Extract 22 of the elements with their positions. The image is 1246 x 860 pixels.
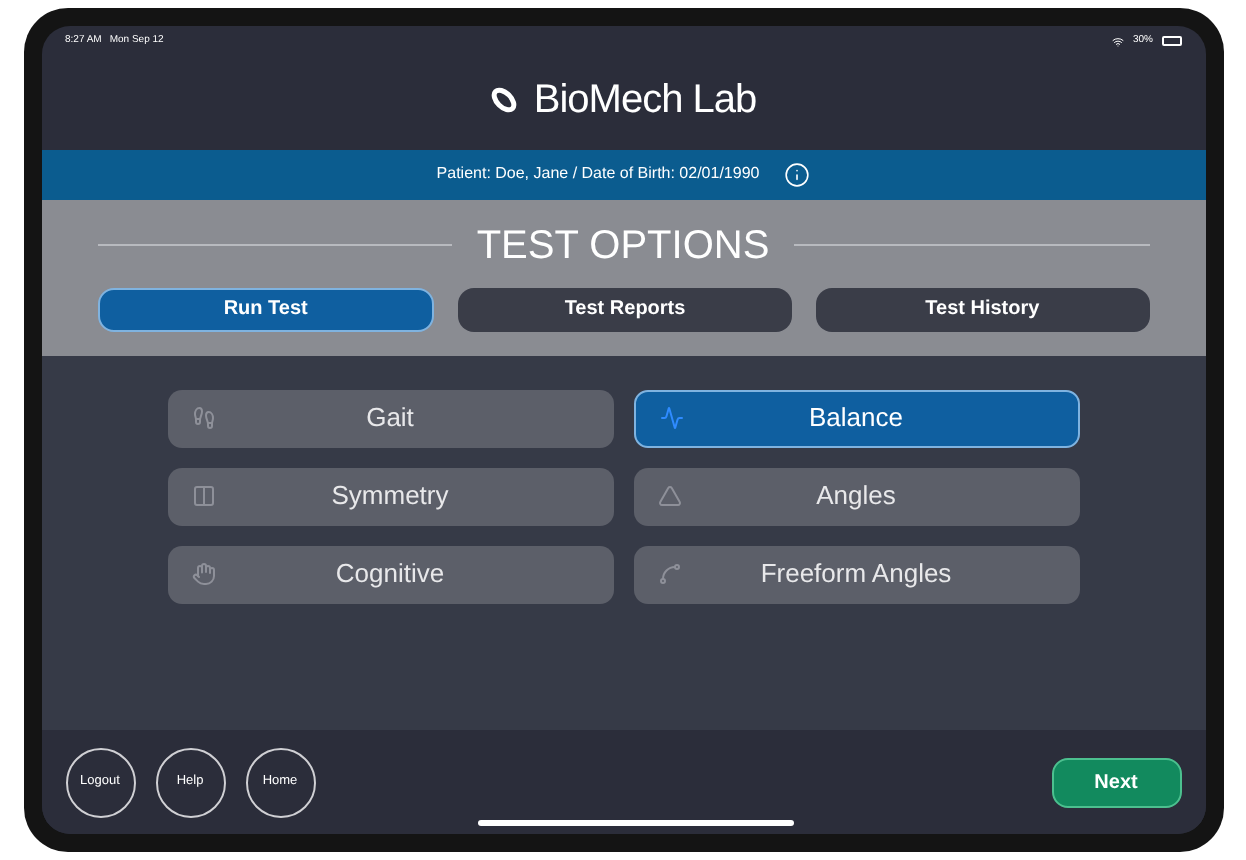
section-title: TEST OPTIONS [476,221,770,271]
logo-icon [489,85,518,113]
tab[interactable]: Test History [815,287,1150,331]
tab[interactable]: Run Test [97,287,435,331]
tab[interactable]: Test Reports [458,287,792,331]
curve-icon [657,562,681,586]
triangle-icon [657,484,681,508]
app-title: BioMech Lab [533,75,757,125]
test-option-button[interactable]: Symmetry [167,467,613,525]
battery-icon [1161,36,1181,47]
test-option-button[interactable]: Cognitive [167,545,613,603]
info-icon[interactable] [783,161,810,187]
test-option-button[interactable]: Freeform Angles [633,545,1079,603]
columns-icon [191,484,215,508]
patient-info: Patient: Doe, Jane / Date of Birth: 02/01/1990 [436,162,760,186]
activity-icon [659,406,683,430]
hand-icon [191,562,215,586]
test-option-button[interactable]: Angles [633,467,1079,525]
next-button[interactable]: Next [1051,757,1181,807]
test-option-button[interactable]: Gait [167,389,613,447]
wifi-icon [1112,35,1125,48]
test-option-button[interactable]: Balance [633,389,1079,447]
